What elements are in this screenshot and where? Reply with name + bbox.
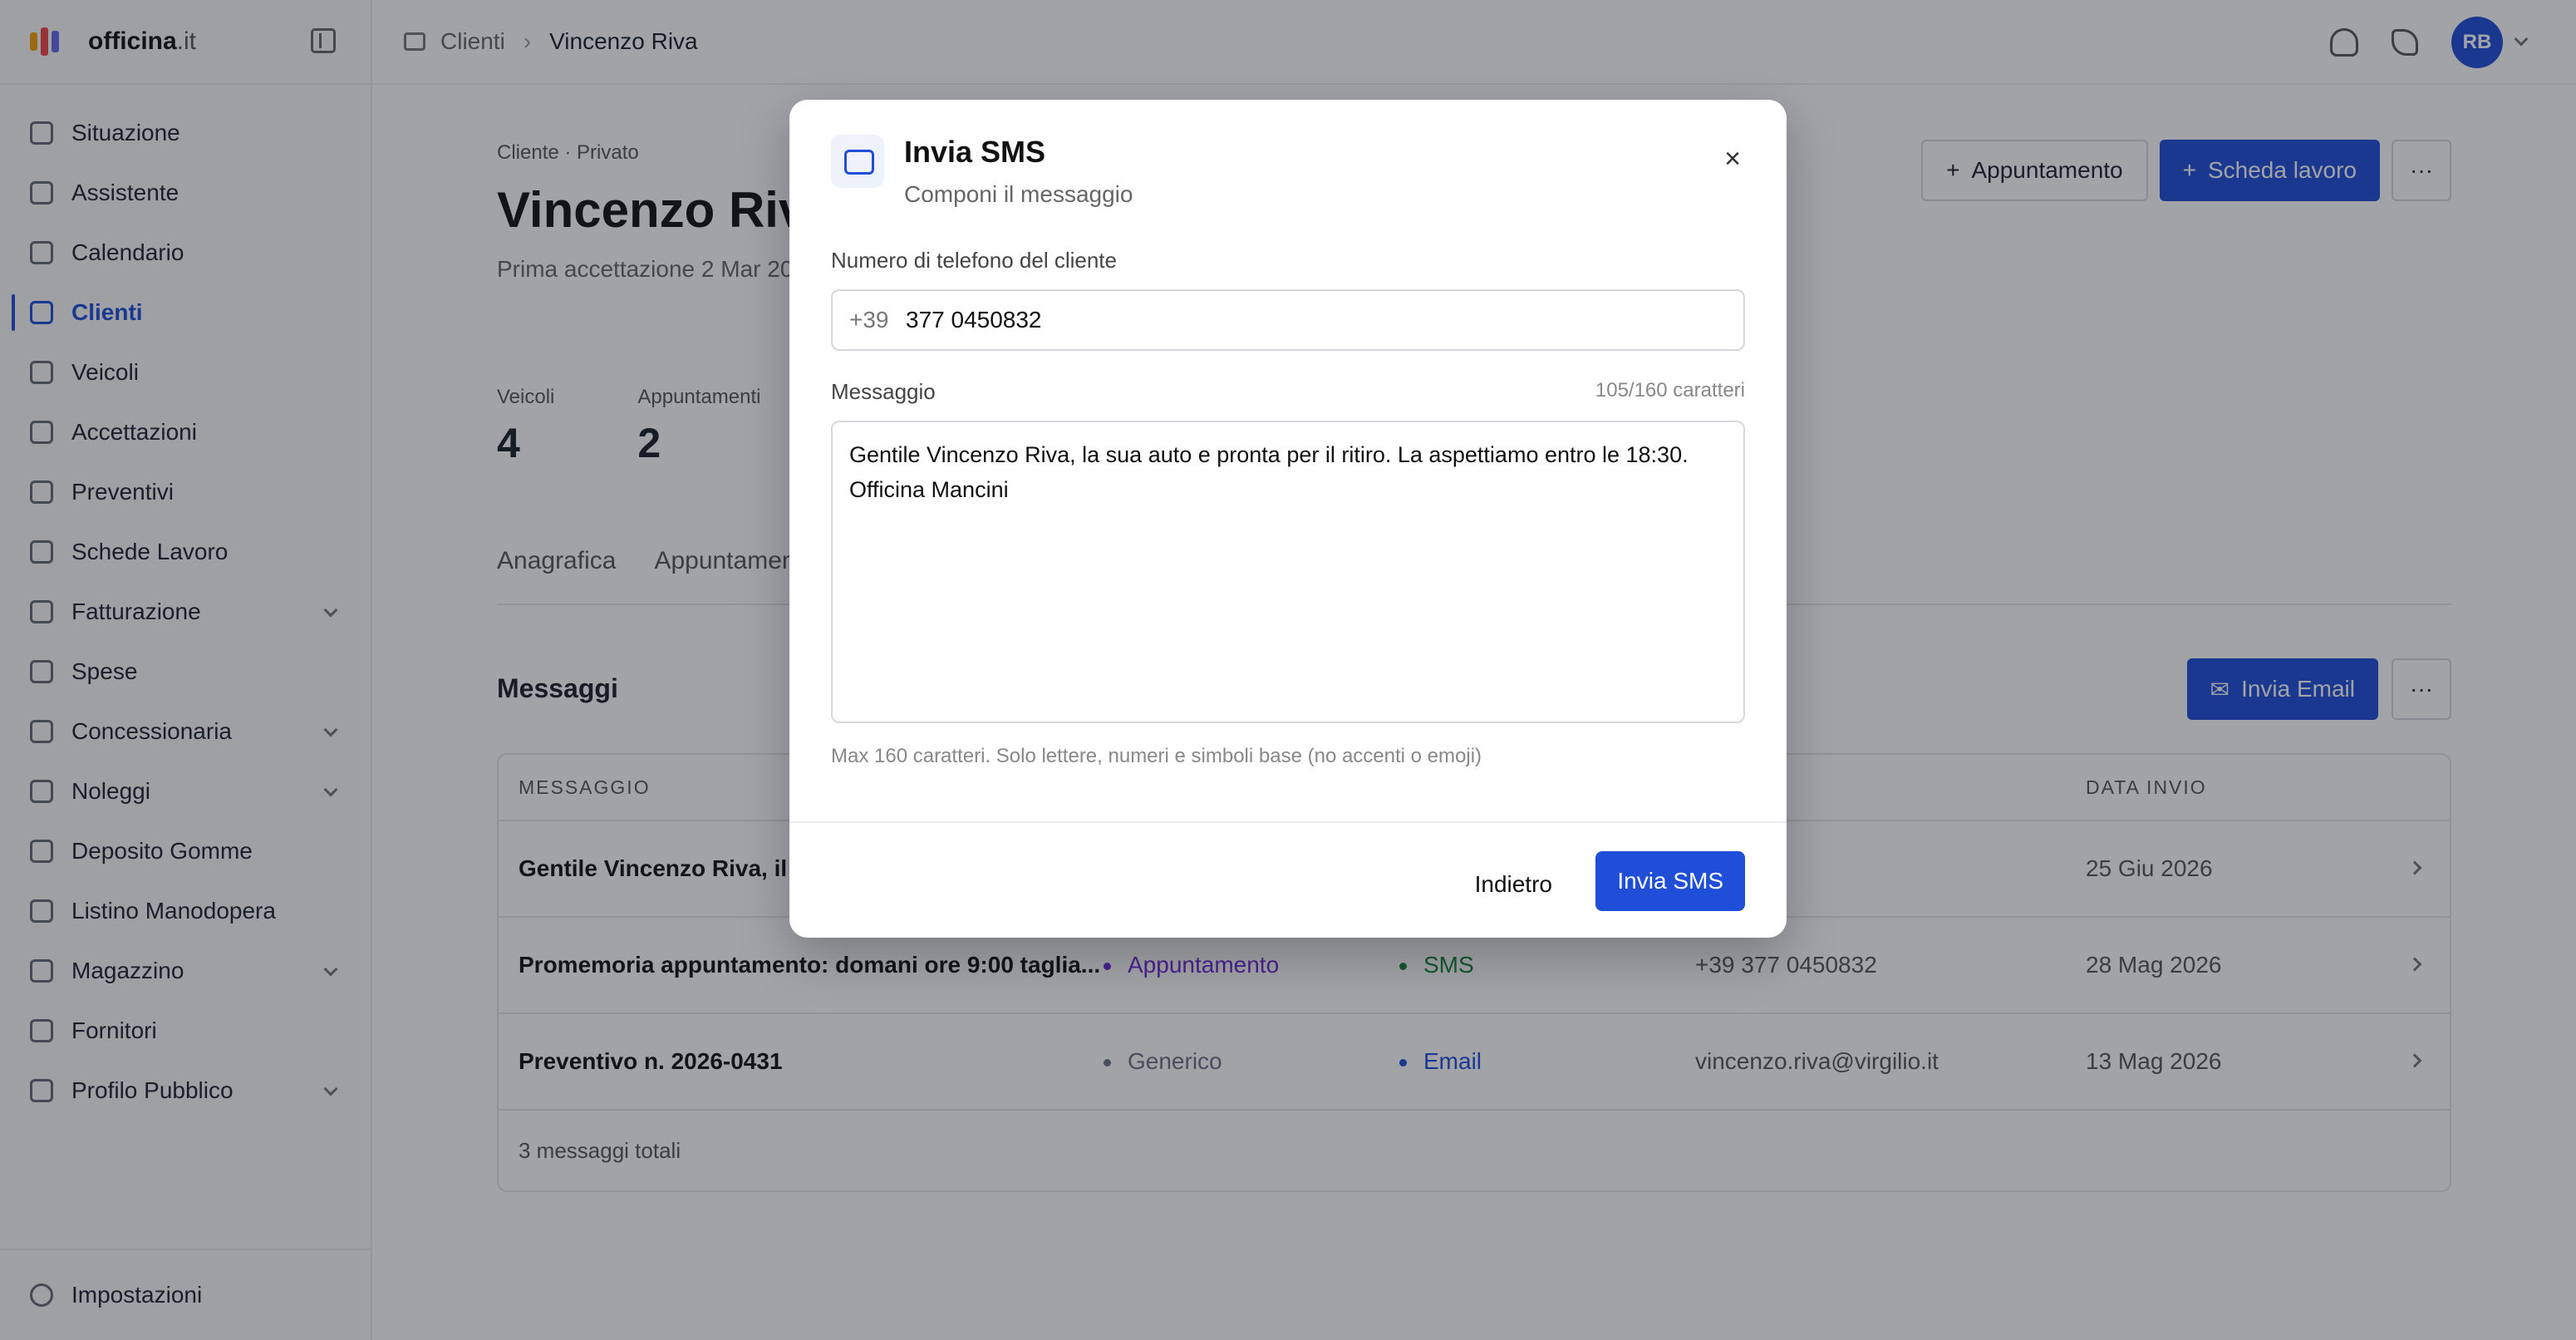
phone-input[interactable] bbox=[906, 307, 1654, 333]
dialog-title: Invia SMS bbox=[904, 135, 1046, 169]
phone-field[interactable]: +39 bbox=[831, 289, 1745, 351]
send-sms-dialog: Invia SMS Componi il messaggio × Numero … bbox=[789, 100, 1787, 938]
message-textarea[interactable]: Gentile Vincenzo Riva, la sua auto e pro… bbox=[831, 421, 1745, 723]
send-sms-button[interactable]: Invia SMS bbox=[1595, 851, 1745, 911]
phone-prefix: +39 bbox=[849, 307, 889, 333]
dialog-subtitle: Componi il messaggio bbox=[904, 181, 1133, 207]
close-icon[interactable]: × bbox=[1720, 145, 1745, 173]
back-button[interactable]: Indietro bbox=[1453, 855, 1574, 914]
message-hint: Max 160 caratteri. Solo lettere, numeri … bbox=[831, 745, 1482, 767]
message-icon bbox=[831, 135, 884, 188]
phone-label: Numero di telefono del cliente bbox=[831, 248, 1117, 273]
dialog-footer: Indietro Invia SMS bbox=[789, 821, 1787, 938]
message-label: Messaggio bbox=[831, 379, 936, 404]
character-counter: 105/160 caratteri bbox=[1595, 379, 1745, 402]
